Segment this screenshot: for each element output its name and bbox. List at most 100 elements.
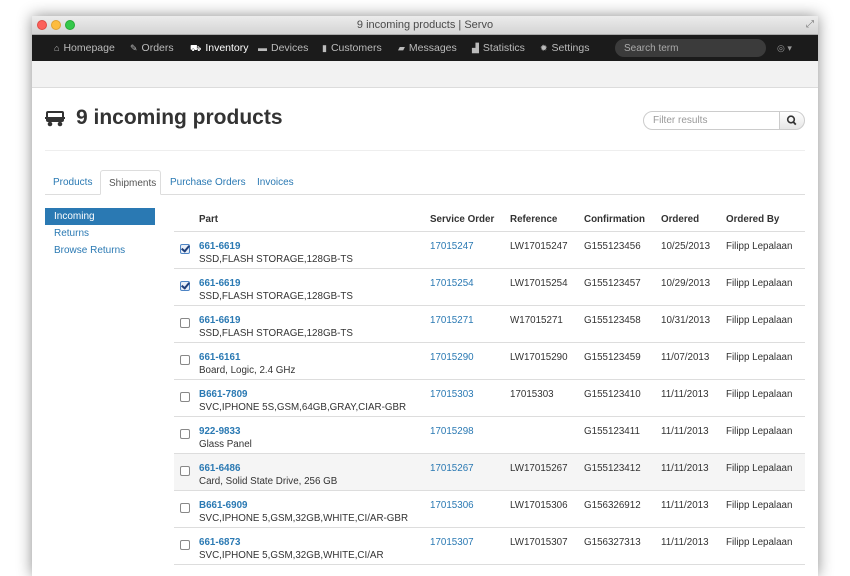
wrench-icon: ✎ <box>130 43 138 53</box>
column-header-service-order[interactable]: Service Order <box>430 208 510 232</box>
row-select-checkbox[interactable] <box>180 466 190 476</box>
part-cell: 922-9833 Glass Panel <box>199 416 430 454</box>
row-select-checkbox[interactable] <box>180 244 190 254</box>
nav-messages[interactable]: ▰ Messages <box>398 35 457 61</box>
service-order-link[interactable]: 17015267 <box>430 454 510 475</box>
service-order-link[interactable]: 17015254 <box>430 269 510 290</box>
part-number-link[interactable]: 661-6619 <box>199 277 430 290</box>
part-description: Board, Logic, 2.4 GHz <box>199 365 296 376</box>
fullscreen-icon[interactable]: ⤢ <box>806 19 814 30</box>
table-row[interactable]: 661-6161 Board, Logic, 2.4 GHz 17015290 LW1… <box>174 342 805 380</box>
truck-icon <box>45 111 65 127</box>
sidebar-item-browse-returns[interactable]: Browse Returns <box>45 242 155 259</box>
nav-devices[interactable]: ▬ Devices <box>258 35 308 61</box>
ordered-by-name: Filipp Lepalaan <box>726 389 793 400</box>
global-search-input[interactable] <box>615 39 766 57</box>
ordered-by-cell: Filipp Lepalaan <box>726 490 805 528</box>
column-header-confirmation[interactable]: Confirmation <box>584 208 661 232</box>
table-row[interactable]: 661-6873 SVC,IPHONE 5,GSM,32GB,WHITE,CI/A… <box>174 527 805 565</box>
select-cell <box>174 305 199 343</box>
ordered-cell: 11/07/2013 <box>661 342 726 380</box>
column-header-ordered[interactable]: Ordered <box>661 208 726 232</box>
row-select-checkbox[interactable] <box>180 355 190 365</box>
row-select-checkbox[interactable] <box>180 540 190 550</box>
part-number-link[interactable]: 661-6619 <box>199 240 430 253</box>
table-row[interactable]: 661-6619 SSD,FLASH STORAGE,128GB-TS 170152… <box>174 231 805 269</box>
ordered-by-cell: Filipp Lepalaan <box>726 268 805 306</box>
part-description: Card, Solid State Drive, 256 GB <box>199 476 338 487</box>
ordered-by-cell: Filipp Lepalaan <box>726 527 805 565</box>
confirmation-cell: G155123457 <box>584 268 661 306</box>
part-number-link[interactable]: 661-6619 <box>199 314 430 327</box>
ordered-cell: 11/11/2013 <box>661 416 726 454</box>
ordered-cell: 10/31/2013 <box>661 305 726 343</box>
filter-search-button[interactable] <box>779 111 805 130</box>
table-row[interactable]: B661-6909 SVC,IPHONE 5,GSM,32GB,WHITE,CI/… <box>174 490 805 528</box>
column-header-ordered-by[interactable]: Ordered By <box>726 208 805 232</box>
part-cell: 661-6619 SSD,FLASH STORAGE,128GB-TS <box>199 268 430 306</box>
tab-shipments[interactable]: Shipments <box>100 170 161 195</box>
ordered-by-cell: Filipp Lepalaan <box>726 416 805 454</box>
tab-invoices[interactable]: Invoices <box>249 170 302 194</box>
table-row[interactable]: 922-9833 Glass Panel 17015298 G155123411 11/… <box>174 416 805 454</box>
ordered-by-cell: Filipp Lepalaan <box>726 342 805 380</box>
table-row[interactable]: B661-7809 SVC,IPHONE 5S,GSM,64GB,GRAY,CIA… <box>174 379 805 417</box>
ordered-by-name: Filipp Lepalaan <box>726 463 793 474</box>
service-order-link[interactable]: 17015247 <box>430 232 510 253</box>
sidebar-item-incoming[interactable]: Incoming <box>45 208 155 225</box>
part-number-link[interactable]: 661-6873 <box>199 536 430 549</box>
row-select-checkbox[interactable] <box>180 392 190 402</box>
service-order-link[interactable]: 17015306 <box>430 491 510 512</box>
sidebar-item-returns[interactable]: Returns <box>45 225 155 242</box>
part-number-link[interactable]: B661-6909 <box>199 499 430 512</box>
select-column-header <box>174 208 199 232</box>
reference-value: LW17015247 <box>510 241 568 252</box>
nav-homepage[interactable]: ⌂ Homepage <box>54 35 115 61</box>
reference-cell: LW17015254 <box>510 268 584 306</box>
column-header-reference[interactable]: Reference <box>510 208 584 232</box>
tab-purchase-orders[interactable]: Purchase Orders <box>162 170 254 194</box>
row-select-checkbox[interactable] <box>180 503 190 513</box>
service-order-link[interactable]: 17015298 <box>430 417 510 438</box>
row-select-checkbox[interactable] <box>180 281 190 291</box>
part-description: SVC,IPHONE 5,GSM,32GB,WHITE,CI/AR <box>199 550 384 561</box>
part-number-link[interactable]: 661-6486 <box>199 462 430 475</box>
search-icon <box>786 115 797 126</box>
table-row[interactable]: 661-6486 Card, Solid State Drive, 256 GB 1… <box>174 453 805 491</box>
title-bar: 9 incoming products | Servo ⤢ <box>32 16 818 35</box>
nav-customers[interactable]: ▮ Customers <box>322 35 382 61</box>
service-order-link[interactable]: 17015290 <box>430 343 510 364</box>
reference-value: LW17015267 <box>510 463 568 474</box>
nav-orders[interactable]: ✎ Orders <box>130 35 174 61</box>
select-cell <box>174 453 199 491</box>
select-cell <box>174 416 199 454</box>
service-order-link[interactable]: 17015271 <box>430 306 510 327</box>
table-row[interactable]: 661-6619 SSD,FLASH STORAGE,128GB-TS 170152… <box>174 305 805 343</box>
service-order-link[interactable]: 17015307 <box>430 528 510 549</box>
row-select-checkbox[interactable] <box>180 429 190 439</box>
ordered-by-cell: Filipp Lepalaan <box>726 231 805 269</box>
ordered-cell: 11/11/2013 <box>661 527 726 565</box>
part-description: SSD,FLASH STORAGE,128GB-TS <box>199 291 353 302</box>
ordered-date: 11/11/2013 <box>661 463 709 474</box>
header-divider <box>45 150 805 151</box>
part-number-link[interactable]: 661-6161 <box>199 351 430 364</box>
part-number-link[interactable]: B661-7809 <box>199 388 430 401</box>
laptop-icon: ▬ <box>258 43 267 53</box>
tab-products[interactable]: Products <box>45 170 100 194</box>
part-description: Glass Panel <box>199 439 252 450</box>
nav-settings[interactable]: ✹ Settings <box>540 35 590 61</box>
user-menu-dropdown[interactable]: ◎ ▾ <box>777 35 792 61</box>
row-select-checkbox[interactable] <box>180 318 190 328</box>
service-order-link[interactable]: 17015303 <box>430 380 510 401</box>
filter-results-input[interactable] <box>643 111 780 130</box>
confirmation-value: G155123411 <box>584 426 640 437</box>
nav-statistics[interactable]: ▟ Statistics <box>472 35 525 61</box>
service-order-cell: 17015307 <box>430 527 510 565</box>
part-number-link[interactable]: 922-9833 <box>199 425 430 438</box>
table-row[interactable]: 661-6619 SSD,FLASH STORAGE,128GB-TS 170152… <box>174 268 805 306</box>
ordered-date: 11/11/2013 <box>661 500 709 511</box>
column-header-part[interactable]: Part <box>199 208 430 232</box>
window-title: 9 incoming products | Servo <box>356 19 494 31</box>
nav-inventory[interactable]: ⛟ Inventory <box>190 35 249 61</box>
